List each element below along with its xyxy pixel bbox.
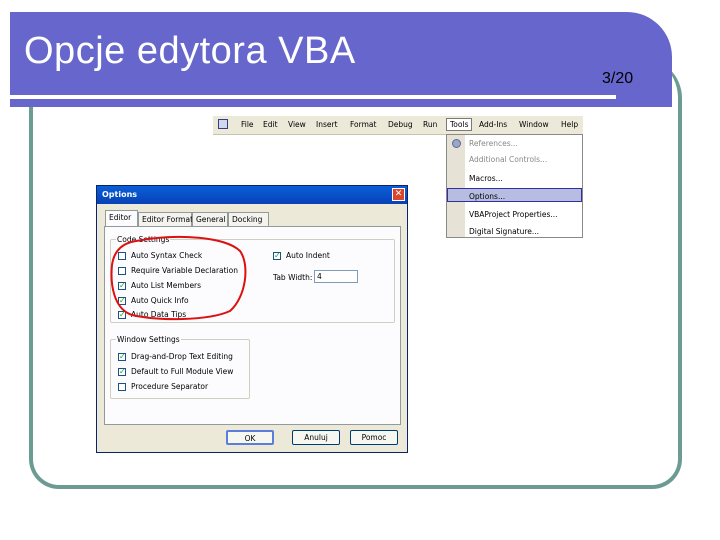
menu-view[interactable]: View xyxy=(288,120,306,129)
slide-title: Opcje edytora VBA xyxy=(24,30,356,72)
dialog-titlebar: Options ✕ xyxy=(97,186,407,204)
tab-editor-label: Editor xyxy=(109,213,132,222)
tab-width-input[interactable]: 4 xyxy=(314,270,358,283)
dropdown-icon-strip xyxy=(447,135,465,237)
dropdown-highlight xyxy=(447,188,582,202)
cancel-button[interactable]: Anuluj xyxy=(292,430,340,445)
tab-width-label: Tab Width: xyxy=(273,273,313,282)
menu-item-references[interactable]: References... xyxy=(469,139,518,148)
red-annotation-circle xyxy=(110,235,247,321)
close-icon[interactable]: ✕ xyxy=(392,188,405,201)
menu-item-additional-controls[interactable]: Additional Controls... xyxy=(469,155,547,164)
drag-and-drop-checkbox[interactable]: ✓ xyxy=(118,353,126,361)
auto-indent-label: Auto Indent xyxy=(286,251,330,260)
vba-menubar: File Edit View Insert Format Debug Run T… xyxy=(213,116,583,135)
auto-indent-checkbox[interactable]: ✓ xyxy=(273,252,281,260)
menu-help[interactable]: Help xyxy=(561,120,578,129)
menu-tools[interactable]: Tools xyxy=(446,118,473,131)
menu-item-options[interactable]: Options... xyxy=(469,192,505,201)
dialog-title: Options xyxy=(102,190,138,199)
references-icon xyxy=(452,139,461,148)
drag-and-drop-label: Drag-and-Drop Text Editing xyxy=(131,352,233,361)
tab-editor-format[interactable]: Editor Format xyxy=(138,212,194,226)
menu-debug[interactable]: Debug xyxy=(388,120,413,129)
menu-edit[interactable]: Edit xyxy=(263,120,278,129)
window-settings-group: Window Settings ✓ Drag-and-Drop Text Edi… xyxy=(110,335,250,399)
full-module-view-label: Default to Full Module View xyxy=(131,367,234,376)
menu-window[interactable]: Window xyxy=(519,120,549,129)
tab-editor-format-label: Editor Format xyxy=(142,215,194,224)
tab-docking-label: Docking xyxy=(232,215,263,224)
vba-app-icon xyxy=(218,119,228,129)
procedure-separator-checkbox[interactable] xyxy=(118,383,126,391)
menu-file[interactable]: File xyxy=(241,120,254,129)
menu-run[interactable]: Run xyxy=(423,120,437,129)
ok-button[interactable]: OK xyxy=(226,430,274,445)
window-settings-label: Window Settings xyxy=(116,335,181,344)
menu-item-digital-signature[interactable]: Digital Signature... xyxy=(469,227,539,236)
tools-dropdown: References... Additional Controls... Mac… xyxy=(446,134,583,238)
tab-editor[interactable]: Editor xyxy=(105,210,138,227)
page-number: 3/20 xyxy=(602,70,634,87)
menu-item-macros[interactable]: Macros... xyxy=(469,174,503,183)
procedure-separator-label: Procedure Separator xyxy=(131,382,209,391)
tab-docking[interactable]: Docking xyxy=(228,212,269,226)
menu-insert[interactable]: Insert xyxy=(316,120,338,129)
menu-item-vbaproject-properties[interactable]: VBAProject Properties... xyxy=(469,210,558,219)
title-underline xyxy=(10,95,616,99)
menu-format[interactable]: Format xyxy=(350,120,376,129)
tab-general[interactable]: General xyxy=(192,212,228,226)
menu-add-ins[interactable]: Add-Ins xyxy=(479,120,507,129)
full-module-view-checkbox[interactable]: ✓ xyxy=(118,368,126,376)
tab-general-label: General xyxy=(196,215,226,224)
help-button[interactable]: Pomoc xyxy=(350,430,398,445)
